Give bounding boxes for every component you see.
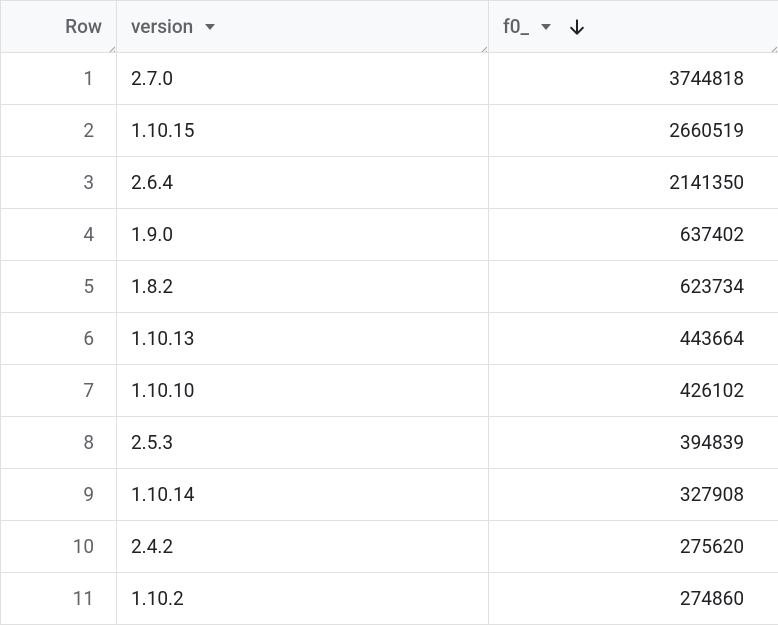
cell-version: 2.6.4: [117, 157, 489, 209]
cell-version: 2.7.0: [117, 53, 489, 105]
cell-version: 1.10.2: [117, 573, 489, 625]
results-table: Row version f0_: [0, 0, 778, 625]
cell-f0: 275620: [489, 521, 778, 573]
cell-row-number: 5: [1, 261, 117, 313]
table-row: 71.10.10426102: [1, 365, 778, 417]
cell-row-number: 1: [1, 53, 117, 105]
cell-row-number: 10: [1, 521, 117, 573]
cell-version: 2.4.2: [117, 521, 489, 573]
column-label: Row: [65, 15, 102, 38]
column-header-row[interactable]: Row: [1, 1, 117, 53]
cell-f0: 623734: [489, 261, 778, 313]
cell-f0: 426102: [489, 365, 778, 417]
cell-row-number: 8: [1, 417, 117, 469]
cell-f0: 637402: [489, 209, 778, 261]
cell-row-number: 2: [1, 105, 117, 157]
cell-f0: 2660519: [489, 105, 778, 157]
table-row: 91.10.14327908: [1, 469, 778, 521]
cell-f0: 327908: [489, 469, 778, 521]
table-row: 21.10.152660519: [1, 105, 778, 157]
table-row: 111.10.2274860: [1, 573, 778, 625]
table-row: 41.9.0637402: [1, 209, 778, 261]
cell-version: 1.9.0: [117, 209, 489, 261]
column-header-version[interactable]: version: [117, 1, 489, 53]
cell-f0: 443664: [489, 313, 778, 365]
dropdown-icon[interactable]: [205, 24, 215, 30]
table-header-row: Row version f0_: [1, 1, 778, 53]
table-row: 82.5.3394839: [1, 417, 778, 469]
resize-handle-icon[interactable]: [475, 39, 487, 51]
cell-row-number: 6: [1, 313, 117, 365]
cell-row-number: 11: [1, 573, 117, 625]
cell-row-number: 7: [1, 365, 117, 417]
column-header-f0[interactable]: f0_: [489, 1, 778, 53]
cell-row-number: 9: [1, 469, 117, 521]
cell-version: 1.10.13: [117, 313, 489, 365]
cell-f0: 2141350: [489, 157, 778, 209]
dropdown-icon[interactable]: [541, 24, 551, 30]
table-row: 102.4.2275620: [1, 521, 778, 573]
cell-row-number: 4: [1, 209, 117, 261]
cell-f0: 394839: [489, 417, 778, 469]
cell-f0: 274860: [489, 573, 778, 625]
cell-row-number: 3: [1, 157, 117, 209]
table-row: 12.7.03744818: [1, 53, 778, 105]
sort-descending-icon[interactable]: [567, 17, 587, 37]
cell-version: 2.5.3: [117, 417, 489, 469]
table-row: 61.10.13443664: [1, 313, 778, 365]
cell-version: 1.10.14: [117, 469, 489, 521]
column-label: version: [131, 15, 193, 38]
column-label: f0_: [503, 15, 529, 38]
cell-version: 1.10.10: [117, 365, 489, 417]
table-row: 51.8.2623734: [1, 261, 778, 313]
resize-handle-icon[interactable]: [103, 39, 115, 51]
cell-version: 1.10.15: [117, 105, 489, 157]
cell-f0: 3744818: [489, 53, 778, 105]
table-row: 32.6.42141350: [1, 157, 778, 209]
resize-handle-icon[interactable]: [765, 39, 777, 51]
cell-version: 1.8.2: [117, 261, 489, 313]
